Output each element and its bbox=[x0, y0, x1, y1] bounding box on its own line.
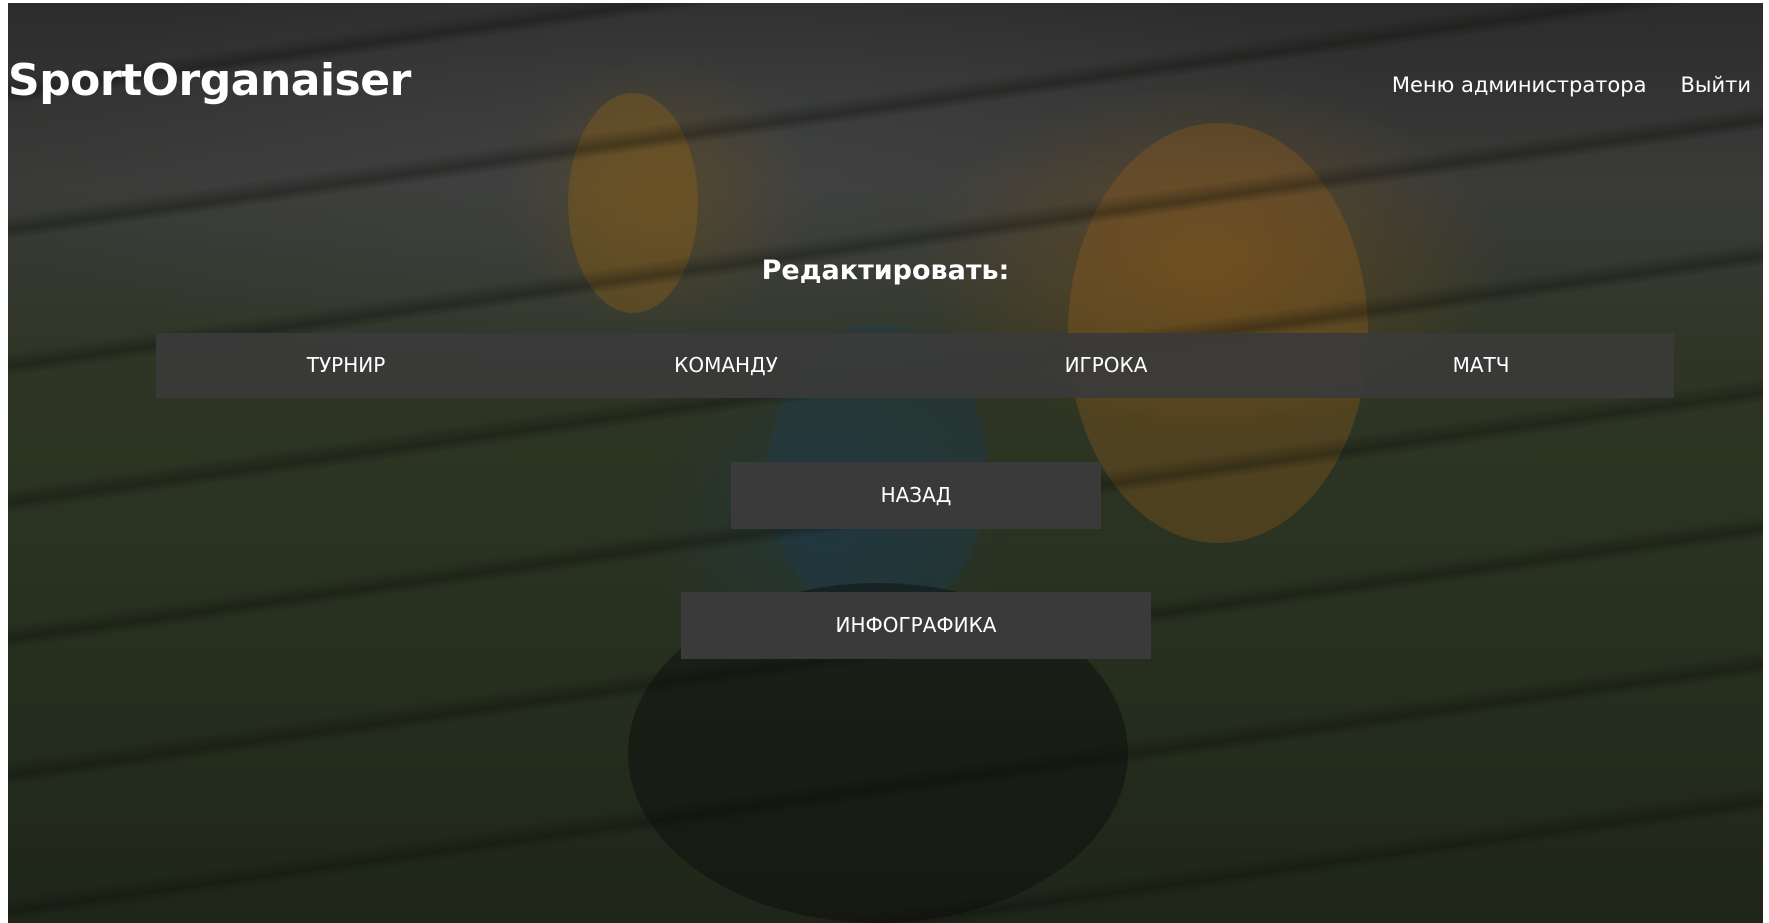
edit-match-button[interactable]: МАТЧ bbox=[1296, 333, 1666, 398]
edit-player-button[interactable]: ИГРОКА bbox=[916, 333, 1296, 398]
infographics-button[interactable]: ИНФОГРАФИКА bbox=[681, 592, 1151, 659]
edit-team-button[interactable]: КОМАНДУ bbox=[536, 333, 916, 398]
top-nav: Меню администратора Выйти bbox=[1392, 73, 1751, 97]
logout-link[interactable]: Выйти bbox=[1680, 73, 1751, 97]
header: SportOrganaiser Меню администратора Выйт… bbox=[8, 3, 1763, 153]
edit-heading: Редактировать: bbox=[761, 255, 1010, 286]
edit-tournament-button[interactable]: ТУРНИР bbox=[156, 333, 536, 398]
back-button[interactable]: НАЗАД bbox=[731, 462, 1101, 529]
edit-options-bar: ТУРНИР КОМАНДУ ИГРОКА МАТЧ bbox=[156, 333, 1674, 398]
site-logo[interactable]: SportOrganaiser bbox=[8, 55, 411, 106]
admin-menu-link[interactable]: Меню администратора bbox=[1392, 73, 1647, 97]
background-photo: SportOrganaiser Меню администратора Выйт… bbox=[8, 3, 1763, 923]
